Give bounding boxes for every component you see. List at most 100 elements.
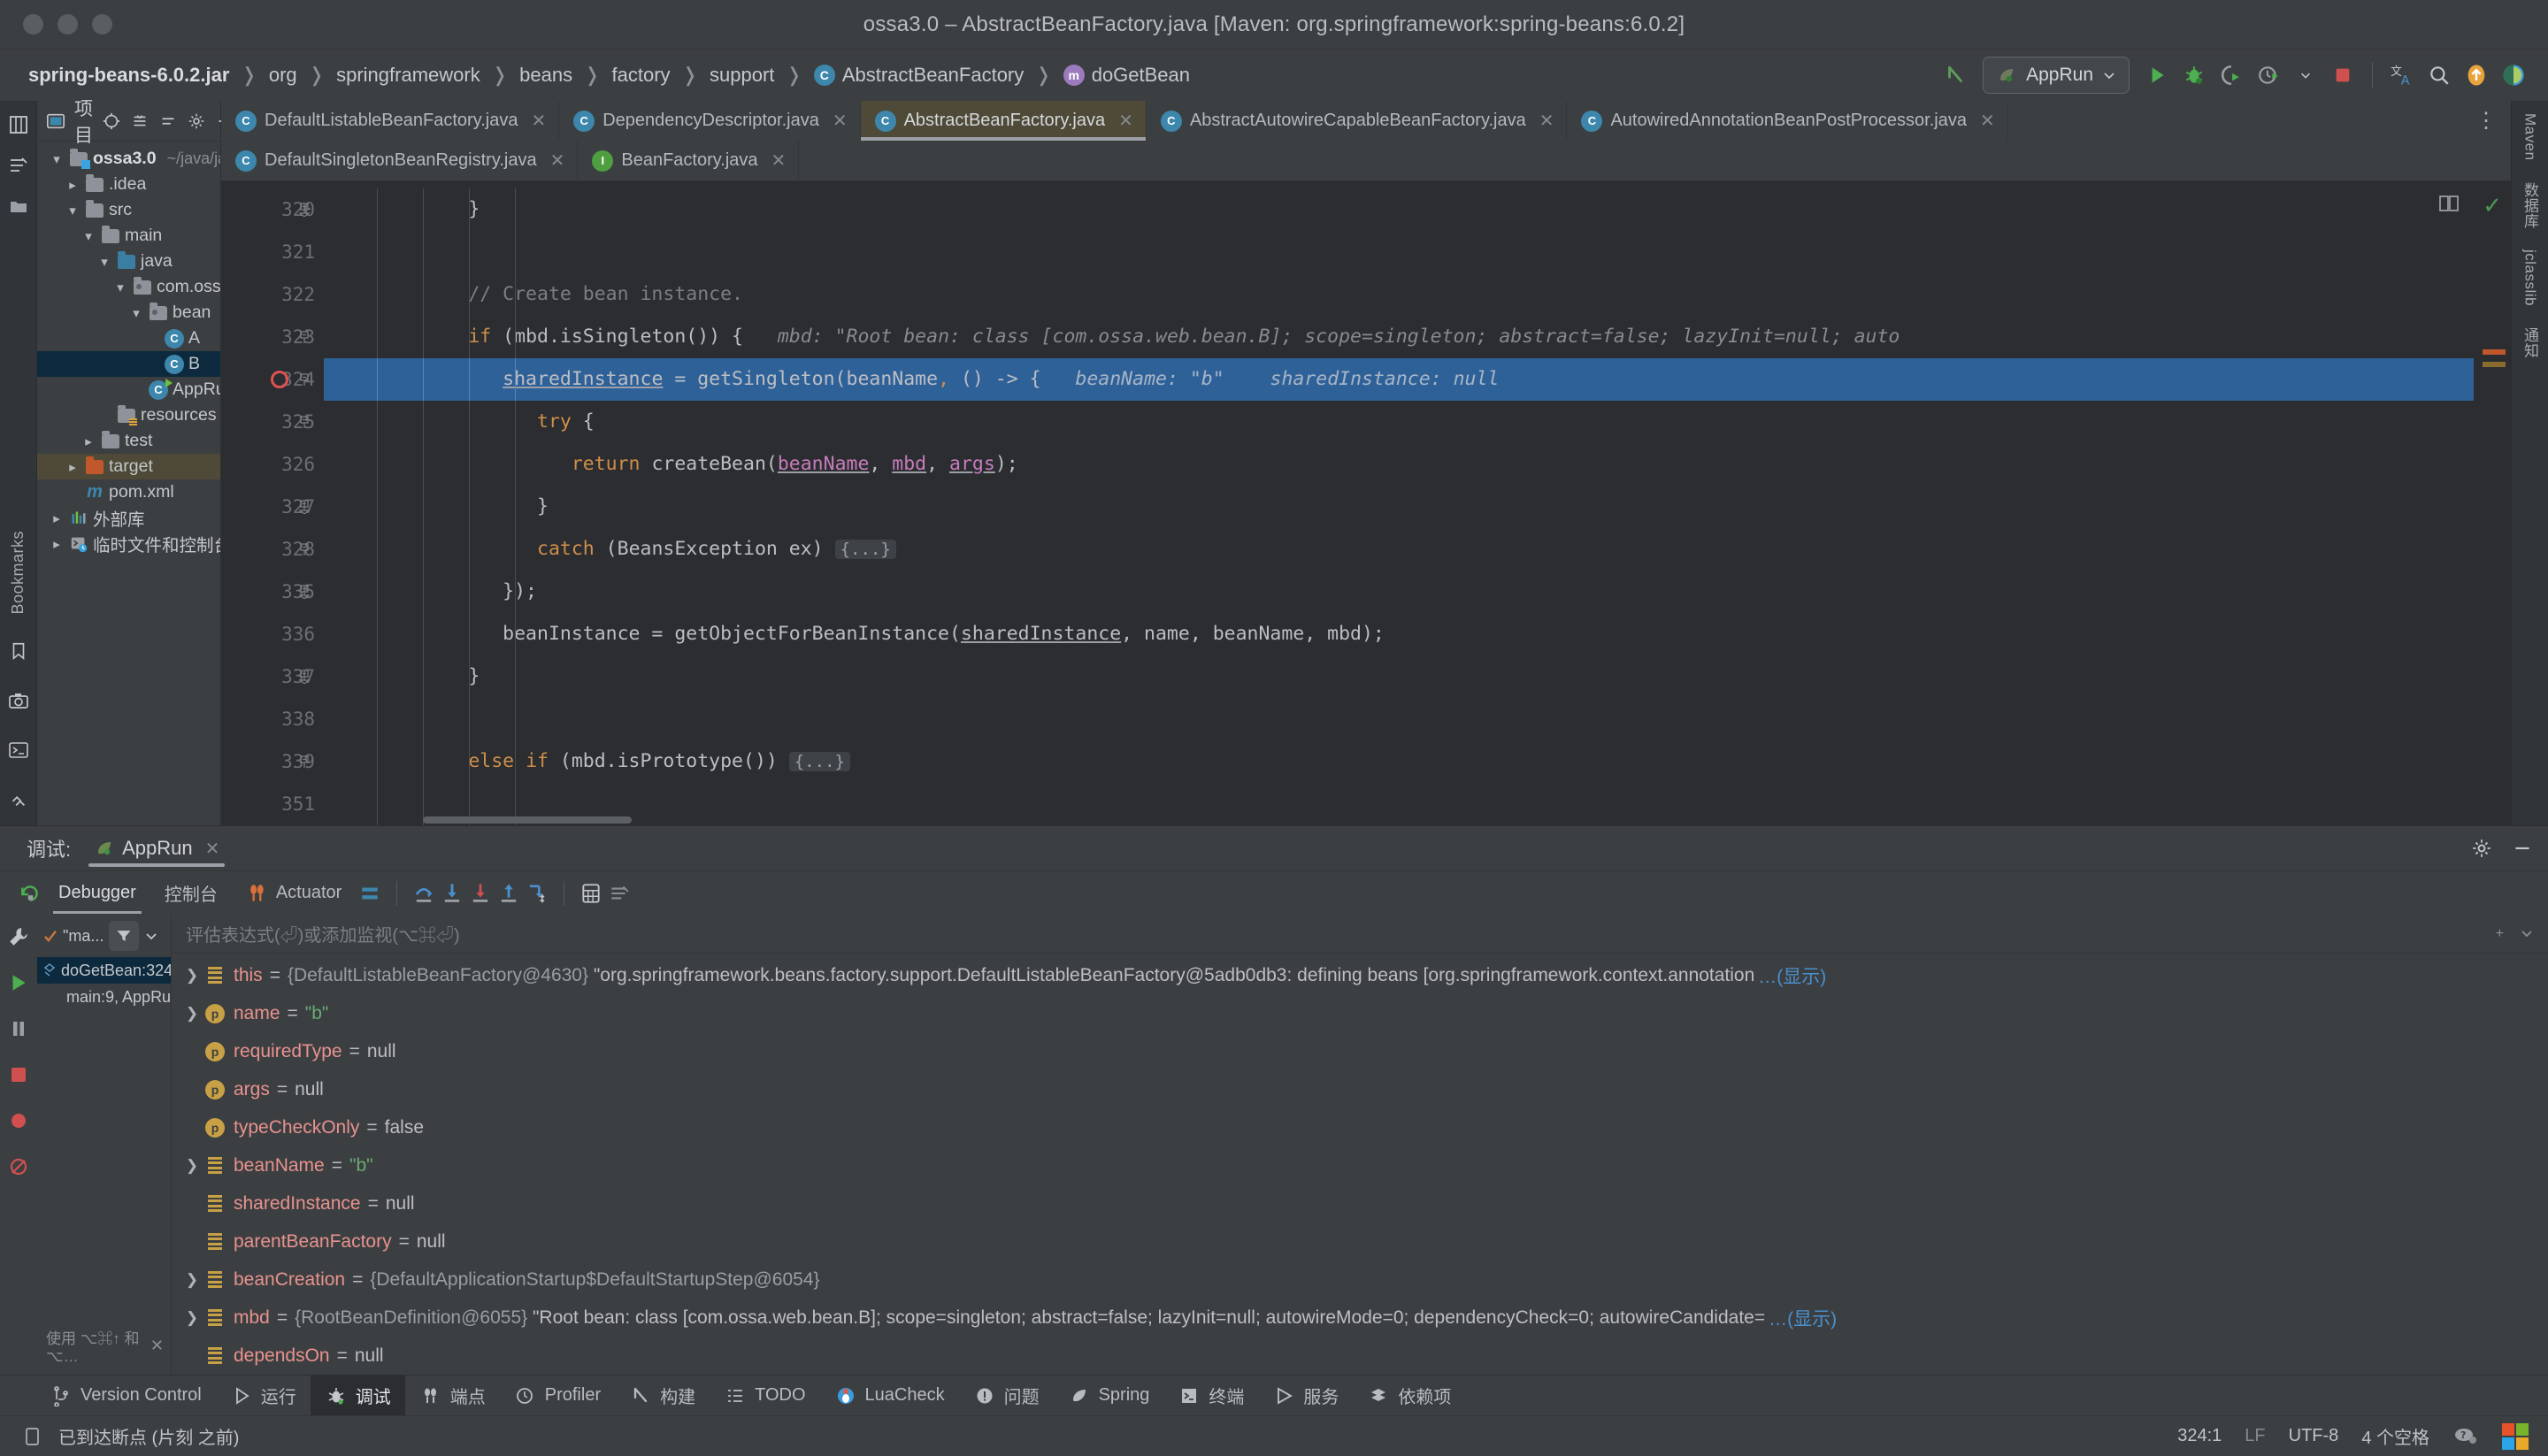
variable-row[interactable]: parentBeanFactory = null: [172, 1222, 2548, 1261]
chevron-right-icon[interactable]: ❯: [180, 1157, 203, 1175]
variable-row[interactable]: ❯ beanName = "b": [172, 1146, 2548, 1184]
code-line[interactable]: try {: [324, 401, 2474, 443]
chevron-right-icon[interactable]: ▸: [65, 459, 81, 475]
tab-console[interactable]: 控制台: [150, 871, 232, 916]
code-line[interactable]: });: [324, 571, 2474, 613]
variable-row[interactable]: p requiredType = null: [172, 1032, 2548, 1070]
fold-start-icon[interactable]: [297, 330, 311, 344]
step-out-icon[interactable]: [495, 879, 523, 908]
show-value-link[interactable]: …(显示): [1769, 1305, 1837, 1331]
chevron-down-icon[interactable]: ▾: [112, 280, 128, 295]
fold-end-icon[interactable]: [297, 670, 311, 684]
close-icon[interactable]: ✕: [1980, 110, 1995, 132]
chevron-down-icon[interactable]: [2520, 926, 2534, 942]
horizontal-scrollbar[interactable]: [423, 816, 632, 824]
folded-code-badge[interactable]: {...}: [788, 752, 850, 771]
editor-tab-defaultlistablebeanfactory-java[interactable]: C DefaultListableBeanFactory.java ✕: [221, 101, 560, 141]
code-line[interactable]: }: [324, 486, 2474, 528]
variable-row[interactable]: p args = null: [172, 1070, 2548, 1108]
minimize-icon[interactable]: [2511, 837, 2534, 860]
tree-row-main[interactable]: ▾ main: [37, 223, 220, 249]
tree-row-java[interactable]: ▾ java: [37, 249, 220, 274]
project-view-icon[interactable]: [46, 110, 65, 133]
view-breakpoints-icon[interactable]: [5, 1107, 32, 1134]
bookmarks-label[interactable]: Bookmarks: [9, 531, 27, 615]
fold-start-icon[interactable]: [297, 415, 311, 429]
variable-row[interactable]: ❯ this = {DefaultListableBeanFactory@4630} …: [172, 956, 2548, 994]
settings-icon[interactable]: [187, 110, 206, 133]
editor-tab-beanfactory-java[interactable]: I BeanFactory.java ✕: [578, 141, 800, 180]
build-icon[interactable]: [1937, 57, 1974, 94]
chevron-right-icon[interactable]: ❯: [180, 1271, 203, 1289]
variable-row[interactable]: p typeCheckOnly = false: [172, 1108, 2548, 1146]
code-line[interactable]: catch (BeansException ex) {...}: [324, 528, 2474, 571]
debug-icon[interactable]: [2176, 57, 2213, 94]
tree-row--[interactable]: ▸ 临时文件和控制台: [37, 531, 220, 556]
breadcrumb-item-org[interactable]: org: [264, 61, 303, 89]
variable-row[interactable]: ❯ mbd = {RootBeanDefinition@6055} "Root bea…: [172, 1299, 2548, 1337]
tool-window-button-profiler[interactable]: Profiler: [500, 1376, 615, 1416]
expand-icon[interactable]: [158, 110, 178, 133]
close-icon[interactable]: ✕: [771, 149, 787, 172]
profiler-icon[interactable]: [2250, 57, 2287, 94]
chevron-right-icon[interactable]: ▸: [81, 433, 96, 449]
reader-mode-icon[interactable]: [2438, 194, 2461, 213]
run-icon[interactable]: [2138, 57, 2176, 94]
chevron-right-icon[interactable]: ❯: [180, 1309, 203, 1327]
variable-row[interactable]: ❯ beanCreation = {DefaultApplicationStartup…: [172, 1261, 2548, 1299]
close-icon[interactable]: ✕: [205, 838, 220, 860]
chevron-down-icon[interactable]: [2287, 57, 2324, 94]
resume-icon[interactable]: [5, 969, 32, 996]
breadcrumb-item-springframework[interactable]: springframework: [331, 61, 486, 89]
tool-window-button-version-control[interactable]: Version Control: [35, 1376, 216, 1416]
gear-icon[interactable]: [2470, 837, 2493, 860]
ai-assistant-icon[interactable]: ?: [2452, 1425, 2479, 1448]
editor-tab-abstractautowirecapablebeanfactory-java[interactable]: C AbstractAutowireCapableBeanFactory.java…: [1146, 101, 1568, 141]
layout-icon[interactable]: [356, 879, 384, 908]
run-to-cursor-icon[interactable]: [523, 879, 551, 908]
editor-tab-defaultsingletonbeanregistry-java[interactable]: C DefaultSingletonBeanRegistry.java ✕: [221, 141, 579, 180]
chevron-right-icon[interactable]: ▸: [49, 510, 65, 526]
inspection-ok-icon[interactable]: ✓: [2483, 192, 2502, 219]
project-tool-icon[interactable]: [5, 111, 32, 138]
jclasslib-tool-label[interactable]: jclasslib: [2521, 249, 2539, 306]
chevron-right-icon[interactable]: ▸: [65, 177, 81, 193]
ide-assistant-icon[interactable]: [2495, 57, 2532, 94]
file-encoding[interactable]: UTF-8: [2289, 1426, 2339, 1446]
code-content[interactable]: } // Create bean instance. if (mbd.isSin…: [324, 181, 2474, 825]
database-tool-label[interactable]: 数据库: [2519, 182, 2541, 229]
editor-tabs-more-button[interactable]: ⋮: [2463, 101, 2511, 141]
folded-code-badge[interactable]: {...}: [834, 540, 896, 559]
tree-row--idea[interactable]: ▸ .idea: [37, 172, 220, 197]
stop-icon[interactable]: [2324, 57, 2361, 94]
ms-logo-icon[interactable]: [2502, 1422, 2529, 1450]
tool-window-button--[interactable]: 调试: [310, 1375, 405, 1416]
tool-window-button--[interactable]: 依赖项: [1353, 1376, 1465, 1416]
tree-row-apprun[interactable]: CAppRun: [37, 377, 220, 402]
code-line[interactable]: else if (mbd.isPrototype()) {...}: [324, 740, 2474, 783]
tree-row-com-ossa-web[interactable]: ▾ com.ossa.web: [37, 274, 220, 300]
maven-tool-label[interactable]: Maven: [2521, 113, 2539, 161]
bookmarks-icon[interactable]: [5, 638, 32, 664]
tool-window-button--[interactable]: 端点: [405, 1376, 500, 1416]
stop-icon[interactable]: [5, 1061, 32, 1088]
folder-tool-icon[interactable]: [5, 193, 32, 219]
code-line[interactable]: // Create bean instance.: [324, 273, 2474, 316]
stack-frame-row[interactable]: main:9, AppRun: [37, 984, 171, 1010]
tool-window-button--[interactable]: 构建: [615, 1376, 710, 1416]
tool-window-button--[interactable]: 问题: [959, 1376, 1054, 1416]
code-line[interactable]: [324, 698, 2474, 740]
chevron-down-icon[interactable]: ▾: [128, 305, 144, 321]
tool-window-button-todo[interactable]: TODO: [710, 1376, 819, 1416]
tool-window-button--[interactable]: 终端: [1163, 1376, 1258, 1416]
step-over-icon[interactable]: [410, 879, 438, 908]
code-line[interactable]: }: [324, 655, 2474, 698]
tree-row-target[interactable]: ▸ target: [37, 454, 220, 479]
tree-row-ossa3-0[interactable]: ▾ ossa3.0 ~/java/java/seckil: [37, 146, 220, 172]
variable-row[interactable]: dependsOn = null: [172, 1337, 2548, 1375]
chevron-down-icon[interactable]: [144, 929, 158, 943]
chevron-right-icon[interactable]: ▸: [49, 536, 65, 552]
chevron-down-icon[interactable]: ▾: [96, 254, 112, 270]
breadcrumb-item-factory[interactable]: factory: [607, 61, 676, 89]
breadcrumb-item-beans[interactable]: beans: [514, 61, 578, 89]
